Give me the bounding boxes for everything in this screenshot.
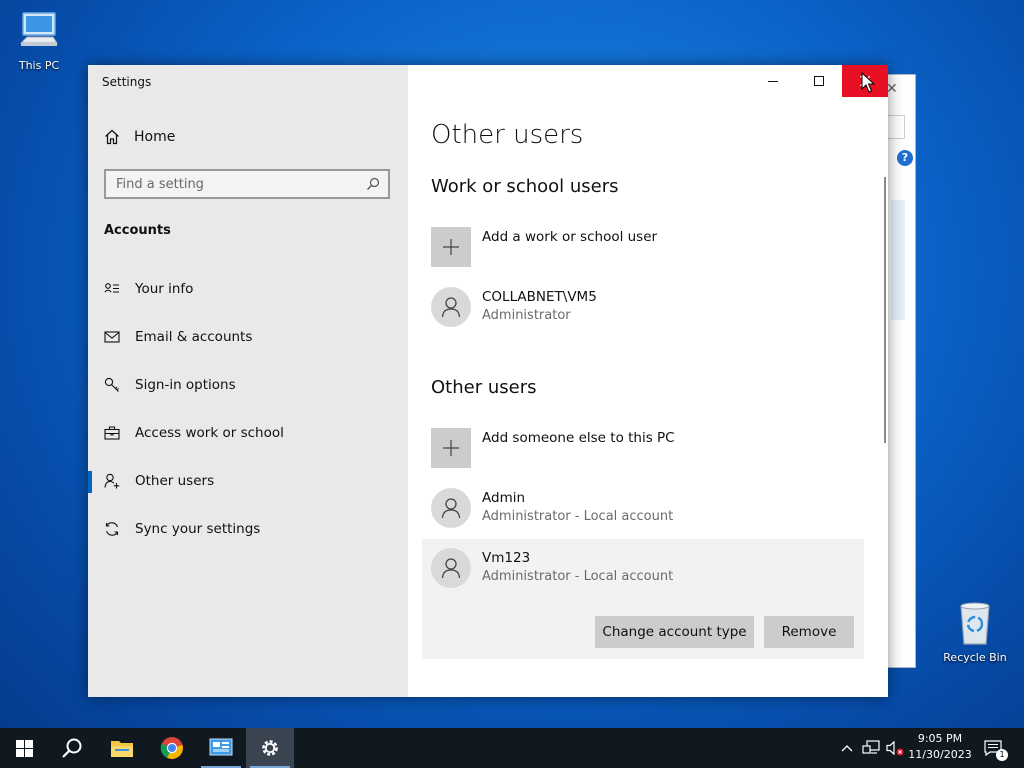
add-icon — [431, 428, 471, 468]
sidebar-item-other-users[interactable]: Other users — [88, 457, 408, 505]
desktop-icon-recycle-bin[interactable]: Recycle Bin — [940, 600, 1010, 664]
taskbar-search-button[interactable] — [48, 728, 96, 768]
chrome-icon — [160, 737, 183, 759]
file-explorer-icon — [111, 741, 133, 757]
network-button[interactable] — [860, 728, 882, 768]
taskbar-chrome[interactable] — [148, 728, 196, 768]
volume-muted-icon — [886, 740, 904, 756]
sidebar-item-email-accounts[interactable]: Email & accounts — [88, 313, 408, 361]
account-row-admin[interactable]: Admin Administrator - Local account — [431, 488, 851, 532]
sidebar-item-label: Access work or school — [135, 425, 284, 441]
settings-gear-icon — [262, 740, 278, 756]
user-avatar-icon — [431, 488, 471, 528]
chevron-up-icon — [841, 745, 853, 752]
user-avatar-icon — [431, 287, 471, 327]
home-icon — [105, 129, 119, 145]
settings-content: Other users Work or school users Add a w… — [408, 65, 888, 697]
sidebar-home-label: Home — [134, 129, 176, 145]
clock-time: 9:05 PM — [917, 732, 963, 745]
add-work-school-label: Add a work or school user — [482, 229, 658, 245]
action-center-button[interactable] — [980, 728, 1006, 768]
add-icon — [431, 227, 471, 267]
desktop-icon-label: Recycle Bin — [943, 651, 1007, 664]
scrollbar[interactable] — [884, 177, 886, 443]
start-button[interactable] — [0, 728, 48, 768]
account-role: Administrator - Local account — [482, 569, 674, 584]
maximize-button[interactable] — [796, 65, 842, 97]
page-title: Other users — [431, 120, 584, 150]
mail-icon — [104, 331, 120, 343]
account-name: COLLABNET\VM5 — [482, 289, 597, 305]
desktop-icon-this-pc[interactable]: This PC — [4, 10, 74, 72]
clock-date: 11/30/2023 — [908, 748, 972, 761]
search-input[interactable] — [106, 171, 366, 197]
background-panel — [891, 200, 905, 320]
volume-button[interactable] — [884, 728, 906, 768]
sidebar-home[interactable]: Home — [104, 129, 175, 145]
taskbar-clock[interactable]: 9:05 PM 11/30/2023 — [905, 731, 975, 763]
add-work-school-user[interactable]: Add a work or school user — [431, 227, 851, 271]
sidebar-item-your-info[interactable]: Your info — [88, 265, 408, 313]
mouse-cursor-icon — [861, 72, 875, 93]
computer-icon — [19, 12, 58, 46]
account-role: Administrator - Local account — [482, 509, 674, 524]
sidebar-item-access-work-school[interactable]: Access work or school — [88, 409, 408, 457]
sync-icon — [105, 522, 119, 536]
help-icon[interactable]: ? — [897, 150, 913, 166]
sidebar-item-label: Your info — [135, 281, 194, 297]
notification-count-badge: 1 — [996, 749, 1008, 761]
desktop-icon-label: This PC — [18, 59, 60, 72]
network-icon — [862, 740, 880, 754]
sidebar-item-sync-settings[interactable]: Sync your settings — [88, 505, 408, 553]
search-icon — [367, 177, 380, 190]
key-icon — [104, 377, 119, 392]
window-title: Settings — [102, 75, 152, 89]
change-account-type-button[interactable]: Change account type — [595, 616, 754, 648]
search-icon — [62, 738, 82, 758]
remove-button[interactable]: Remove — [764, 616, 854, 648]
sidebar-item-label: Other users — [135, 473, 215, 489]
settings-sidebar: Settings Home Accounts Your info — [88, 65, 408, 697]
sidebar-item-label: Email & accounts — [135, 329, 253, 345]
account-row-vm123[interactable]: Vm123 Administrator - Local account — [431, 548, 851, 592]
recycle-bin-icon — [960, 602, 990, 645]
show-hidden-icons-button[interactable] — [838, 728, 856, 768]
sidebar-category-title: Accounts — [104, 223, 171, 238]
account-name: Vm123 — [482, 550, 531, 566]
add-someone-else[interactable]: Add someone else to this PC — [431, 428, 851, 472]
start-icon — [15, 739, 33, 757]
account-name: Admin — [482, 490, 526, 506]
sidebar-item-sign-in-options[interactable]: Sign-in options — [88, 361, 408, 409]
maximize-icon — [814, 76, 824, 86]
sidebar-item-label: Sync your settings — [135, 521, 261, 537]
user-avatar-icon — [431, 548, 471, 588]
sidebar-nav: Your info Email & accounts Sign-in optio… — [88, 265, 408, 553]
settings-search[interactable] — [104, 169, 390, 199]
minimize-icon — [768, 81, 778, 82]
taskbar-control-panel[interactable] — [197, 728, 245, 768]
taskbar-settings[interactable] — [246, 728, 294, 768]
settings-window: Settings Home Accounts Your info — [88, 65, 888, 697]
other-users-heading: Other users — [431, 377, 537, 398]
minimize-button[interactable] — [750, 65, 796, 97]
control-panel-icon — [209, 738, 233, 756]
work-account-row[interactable]: COLLABNET\VM5 Administrator — [431, 287, 851, 331]
briefcase-icon — [104, 426, 120, 440]
taskbar: 9:05 PM 11/30/2023 1 — [0, 728, 1024, 768]
add-someone-label: Add someone else to this PC — [482, 430, 675, 446]
taskbar-file-explorer[interactable] — [98, 728, 146, 768]
person-add-icon — [104, 473, 120, 489]
person-card-icon — [104, 283, 119, 293]
account-role: Administrator — [482, 308, 571, 323]
sidebar-item-label: Sign-in options — [135, 377, 236, 393]
work-school-heading: Work or school users — [431, 176, 619, 197]
